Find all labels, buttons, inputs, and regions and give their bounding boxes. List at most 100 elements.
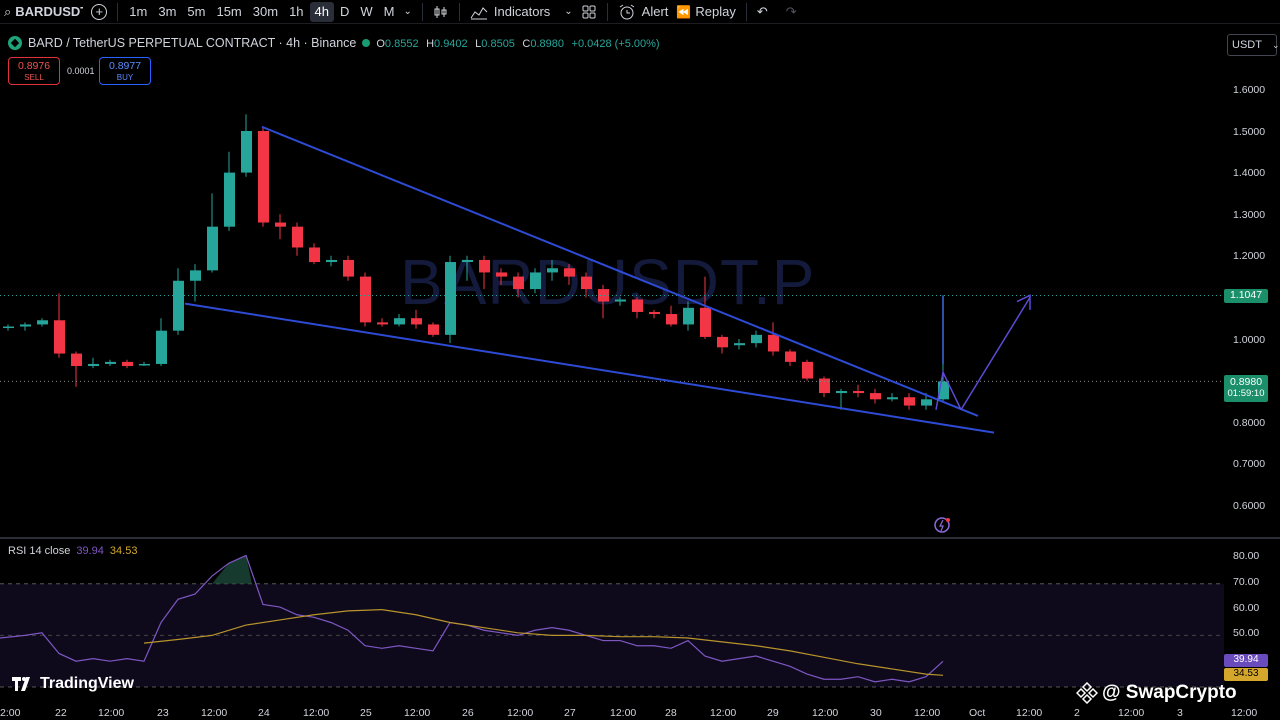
candle-body [700,307,711,337]
candle-body [173,280,184,331]
time-axis-label: 22 [55,707,67,719]
rsi-overbought-fill [212,555,252,584]
candle-body [802,361,813,379]
high-value: 0.9402 [434,38,468,50]
replay-label: Replay [695,4,736,19]
indicators-label: Indicators [493,4,551,19]
candle-body [71,353,82,367]
tradingview-logo-icon [12,677,30,691]
time-axis-label: 3 [1177,707,1183,719]
credit-text: @ SwapCrypto [1102,682,1237,703]
high-label: H [426,38,435,50]
candle-body [20,324,31,327]
currency-selector[interactable]: USDT ⌄ [1227,34,1280,56]
timeframe-dropdown[interactable]: ⌄ [400,1,416,23]
candle-body [258,131,269,223]
candle-body [496,272,507,277]
candle-body [887,397,898,400]
compare-button[interactable]: + [87,1,111,23]
divider [117,2,119,21]
candle-body [717,336,728,348]
open-value: 0.8552 [384,38,419,50]
rsi-axis-label: 50.00 [1233,627,1260,640]
time-axis-label: 12:00 [1016,707,1043,719]
time-axis[interactable]: 2:00 22 12:00 23 12:00 24 12:00 25 12:00 26 12:00 2… [0,705,1280,720]
timeframe-5m[interactable]: 5m [182,2,210,22]
candle-body [615,299,626,302]
price-axis-label: 1.3000 [1233,208,1266,221]
time-axis-label: 29 [767,707,779,719]
time-axis-label: 12:00 [710,707,737,719]
timeframe-group: 1m 3m 5m 15m 30m 1h 4h D W M [124,1,400,22]
rsi-panel[interactable] [0,537,1280,705]
swapcrypto-credit: @ SwapCrypto [1076,682,1237,704]
candle-body [37,320,48,325]
time-axis-label: 23 [157,707,169,719]
time-axis-label: 12:00 [201,707,228,719]
tradingview-logo[interactable]: TradingView [12,675,134,693]
rsi-value-tag: 39.94 [1224,654,1268,667]
indicators-button[interactable]: Indicators ⌄ [466,1,577,23]
alarm-clock-icon [619,4,634,19]
candle-body [394,318,405,325]
timeframe-1m[interactable]: 1m [124,2,152,22]
time-axis-label: 28 [665,707,677,719]
price-chart[interactable] [0,60,1224,536]
binance-diamond-icon [1076,682,1098,704]
candle-body [54,320,65,354]
plus-circle-icon: + [91,3,108,20]
chart-legend: BARD / TetherUS PERPETUAL CONTRACT · 4h … [8,36,664,50]
time-axis-label: 12:00 [1118,707,1145,719]
candle-body [462,259,473,263]
timeframe-3m[interactable]: 3m [153,2,181,22]
currency-label: USDT [1232,39,1262,51]
chart-app: ⌕ BARDUSDT.P + 1m3m5m15m30m1h4hDWM ⌄ Ind… [0,0,1280,720]
chart-type-button[interactable] [429,1,453,23]
timeframe-D[interactable]: D [335,2,354,22]
candle-body [870,393,881,400]
indicators-icon [470,6,488,19]
replay-button[interactable]: ⏪ Replay [672,1,739,23]
symbol-search[interactable]: ⌕ BARDUSDT.P [0,1,87,23]
time-axis-label: 12:00 [610,707,637,719]
candle-body [836,391,847,394]
time-axis-label: 26 [462,707,474,719]
time-axis-label: 12:00 [507,707,534,719]
price-axis-label: 1.6000 [1233,84,1266,96]
rsi-axis-label: 60.00 [1233,601,1260,614]
timeframe-4h[interactable]: 4h [309,1,334,22]
lightning-bolt [939,519,944,532]
timeframe-30m[interactable]: 30m [248,2,283,22]
price-axis-label: 1.0000 [1233,333,1266,346]
tradingview-brand: TradingView [40,675,134,692]
candle-body [241,131,252,173]
change-value: +0.0428 (+5.00%) [571,38,660,50]
price-axis-label: 0.8000 [1233,416,1266,429]
candle-body [105,361,116,364]
time-axis-label: Oct [969,707,986,719]
alert-button[interactable]: Alert [614,1,673,23]
lower-trendline [184,302,995,434]
candle-body [275,222,286,227]
timeframe-1h[interactable]: 1h [284,2,308,22]
candle-body [649,311,660,315]
layouts-button[interactable] [577,1,601,23]
candle-body [343,259,354,277]
countdown: 01:59:10 [1227,388,1265,399]
timeframe-M[interactable]: M [379,2,400,22]
price-axis-label: 1.4000 [1233,167,1266,180]
candles-icon [434,5,447,18]
candle-body [479,259,490,273]
candle-body [683,307,694,325]
timeframe-15m[interactable]: 15m [211,2,246,22]
redo-button[interactable]: ↷ [782,1,801,23]
chevron-down-icon: ⌄ [403,6,412,17]
timeframe-W[interactable]: W [355,2,377,22]
candle-body [411,318,422,325]
undo-button[interactable]: ↶ [753,1,772,23]
market-open-indicator [362,39,371,47]
projection-arrow [960,297,1031,411]
time-axis-label: 12:00 [98,707,125,719]
candles-layer [3,114,949,410]
candle-body [445,262,456,335]
